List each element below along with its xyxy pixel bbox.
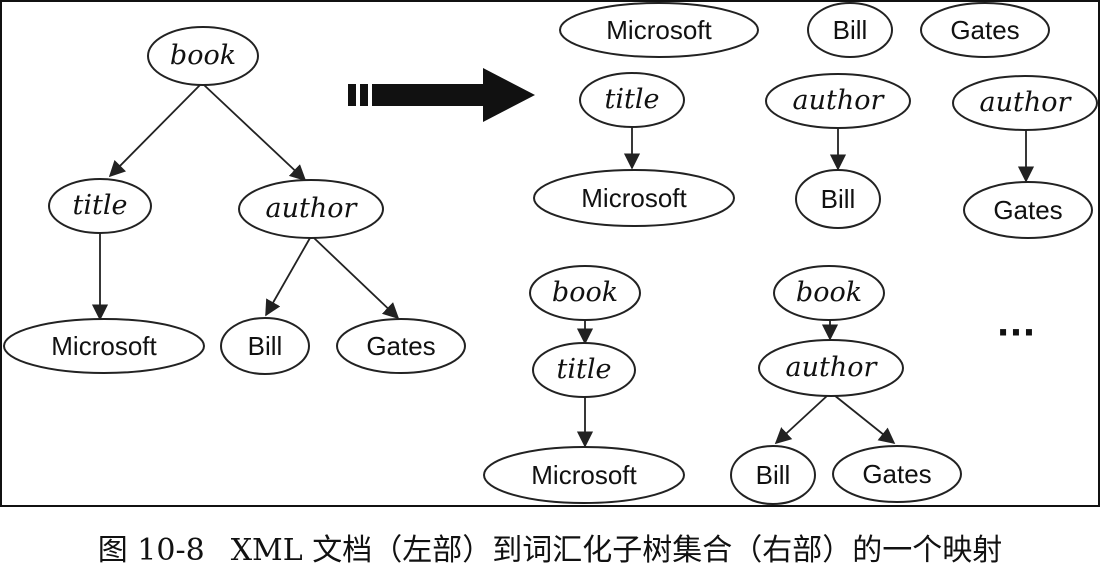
node-label: Microsoft <box>531 460 637 490</box>
node-gates: Gates <box>920 2 1050 58</box>
node-book: book <box>773 265 885 321</box>
edge-book-author <box>203 84 307 182</box>
node-microsoft: Microsoft <box>3 318 205 374</box>
node-label: Microsoft <box>51 331 157 361</box>
edge-author-bill <box>774 394 829 445</box>
node-label: book <box>552 277 618 308</box>
node-book: book <box>147 26 259 86</box>
node-label: author <box>786 352 879 383</box>
node-book: book <box>529 265 641 321</box>
node-label: Gates <box>993 195 1062 225</box>
node-label: Gates <box>862 459 931 489</box>
node-label: Bill <box>833 15 868 45</box>
node-bill: Bill <box>730 445 816 505</box>
node-gates: Gates <box>336 318 466 374</box>
edge-book-title <box>108 84 201 178</box>
node-title: title <box>48 178 152 234</box>
node-author: author <box>758 339 904 397</box>
node-bill: Bill <box>807 2 893 58</box>
left-xml-tree: book title author Microsoft Bill Gates <box>3 26 466 375</box>
node-label: Microsoft <box>606 15 712 45</box>
edge-author-bill <box>265 237 311 317</box>
node-label: title <box>73 190 128 221</box>
edge-author-gates <box>833 394 896 445</box>
node-gates: Gates <box>832 445 962 503</box>
node-bill: Bill <box>795 169 881 229</box>
node-label: author <box>266 193 359 224</box>
node-label: Bill <box>756 460 791 490</box>
node-label: author <box>980 87 1073 118</box>
node-microsoft: Microsoft <box>533 169 735 227</box>
figure-caption-text: XML 文档（左部）到词汇化子树集合（右部）的一个映射 <box>230 533 1003 568</box>
more-subtrees-ellipsis: ··· <box>997 313 1036 353</box>
node-label: title <box>605 84 660 115</box>
right-row2-subtrees: title Microsoft author Bill author Gates <box>533 72 1098 239</box>
node-label: book <box>796 277 862 308</box>
node-bill: Bill <box>220 317 310 375</box>
figure-number: 图 10-8 <box>97 533 205 568</box>
node-label: Gates <box>950 15 1019 45</box>
node-label: book <box>170 40 236 71</box>
mapping-arrow-icon <box>348 68 535 122</box>
edge-author-gates <box>313 237 400 320</box>
node-label: Bill <box>821 184 856 214</box>
node-title: title <box>579 72 685 128</box>
node-label: Gates <box>366 331 435 361</box>
node-microsoft: Microsoft <box>559 2 759 58</box>
node-gates: Gates <box>963 181 1093 239</box>
node-label: Bill <box>248 331 283 361</box>
node-microsoft: Microsoft <box>483 446 685 504</box>
right-row1-single-nodes: Microsoft Bill Gates <box>559 2 1050 58</box>
node-label: Microsoft <box>581 183 687 213</box>
diagram-canvas: book title author Microsoft Bill Gates M… <box>0 0 1100 507</box>
figure-caption: 图 10-8 XML 文档（左部）到词汇化子树集合（右部）的一个映射 <box>0 522 1100 572</box>
node-title: title <box>532 342 636 398</box>
node-author: author <box>238 179 384 239</box>
node-label: title <box>557 354 612 385</box>
node-author: author <box>765 73 911 129</box>
right-row3-subtrees: book title Microsoft book author Bill Ga… <box>483 265 962 505</box>
node-label: author <box>793 85 886 116</box>
node-author: author <box>952 75 1098 131</box>
